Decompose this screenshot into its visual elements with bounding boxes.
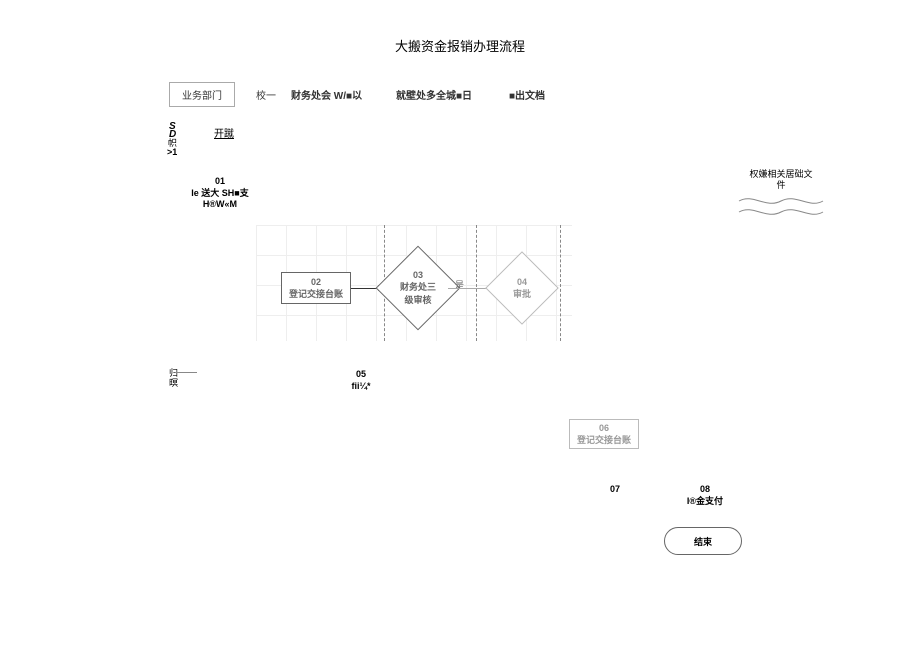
end-node: 结束 [664, 527, 742, 555]
header-col-xiaoyi: 校一 [256, 87, 276, 102]
node-02-label: 登记交接台账 [282, 287, 350, 300]
node-06-num: 06 [570, 423, 638, 433]
doc-l2: 件 [776, 180, 785, 190]
header-col-cwc: 财务处会 W/■以 [291, 87, 362, 102]
start-label: 开蹴 [214, 125, 234, 140]
vline-3 [560, 225, 561, 341]
header-col-out: ■出文档 [509, 87, 545, 102]
node-05: 05 fii¼* [336, 369, 386, 392]
node-01-l2: H®W«M [203, 199, 237, 209]
side-gt1: >1 [167, 148, 177, 158]
node-04-label: 审批 [513, 287, 531, 300]
page-title: 大搬资金报销办理流程 [0, 36, 920, 55]
node-01-l1: Ie 送大 SH■支 [191, 188, 248, 198]
node-04-num: 04 [517, 277, 527, 287]
node-03-num: 03 [413, 270, 423, 280]
node-08: 08 I®金支付 [680, 484, 730, 507]
edge-label-yes: 是 [455, 278, 464, 291]
arrow-03-04 [448, 288, 490, 289]
lane-a: 归 [169, 369, 178, 378]
node-02-num: 02 [282, 277, 350, 287]
node-03-label2: 级审核 [404, 293, 431, 306]
node-05-num: 05 [356, 369, 366, 379]
node-01: 01 Ie 送大 SH■支 H®W«M [175, 176, 265, 211]
node-08-label: I®金支付 [687, 496, 723, 506]
document-icon [738, 196, 824, 218]
lane-line [175, 372, 197, 373]
node-02: 02 登记交接台账 [281, 272, 351, 304]
node-06-label: 登记交接台账 [570, 433, 638, 446]
node-05-label: fii¼* [351, 381, 370, 391]
doc-label: 权嫌相关居础文 件 [741, 169, 821, 191]
doc-l1: 权嫌相关居础文 [749, 169, 812, 179]
node-06: 06 登记交接台账 [569, 419, 639, 449]
node-03: 03 财务处三 级审核 [389, 259, 447, 317]
node-03-label: 财务处三 [400, 280, 436, 293]
header-col-ywbm: 业务部门 [169, 82, 235, 107]
lane-b: 暝 [169, 379, 178, 388]
node-04: 04 审批 [497, 263, 547, 313]
node-07: 07 [600, 484, 630, 496]
header-col-jbc: 就壁处多全城■日 [396, 87, 472, 102]
node-08-num: 08 [700, 484, 710, 494]
node-01-num: 01 [215, 176, 225, 186]
vline-2 [476, 225, 477, 341]
